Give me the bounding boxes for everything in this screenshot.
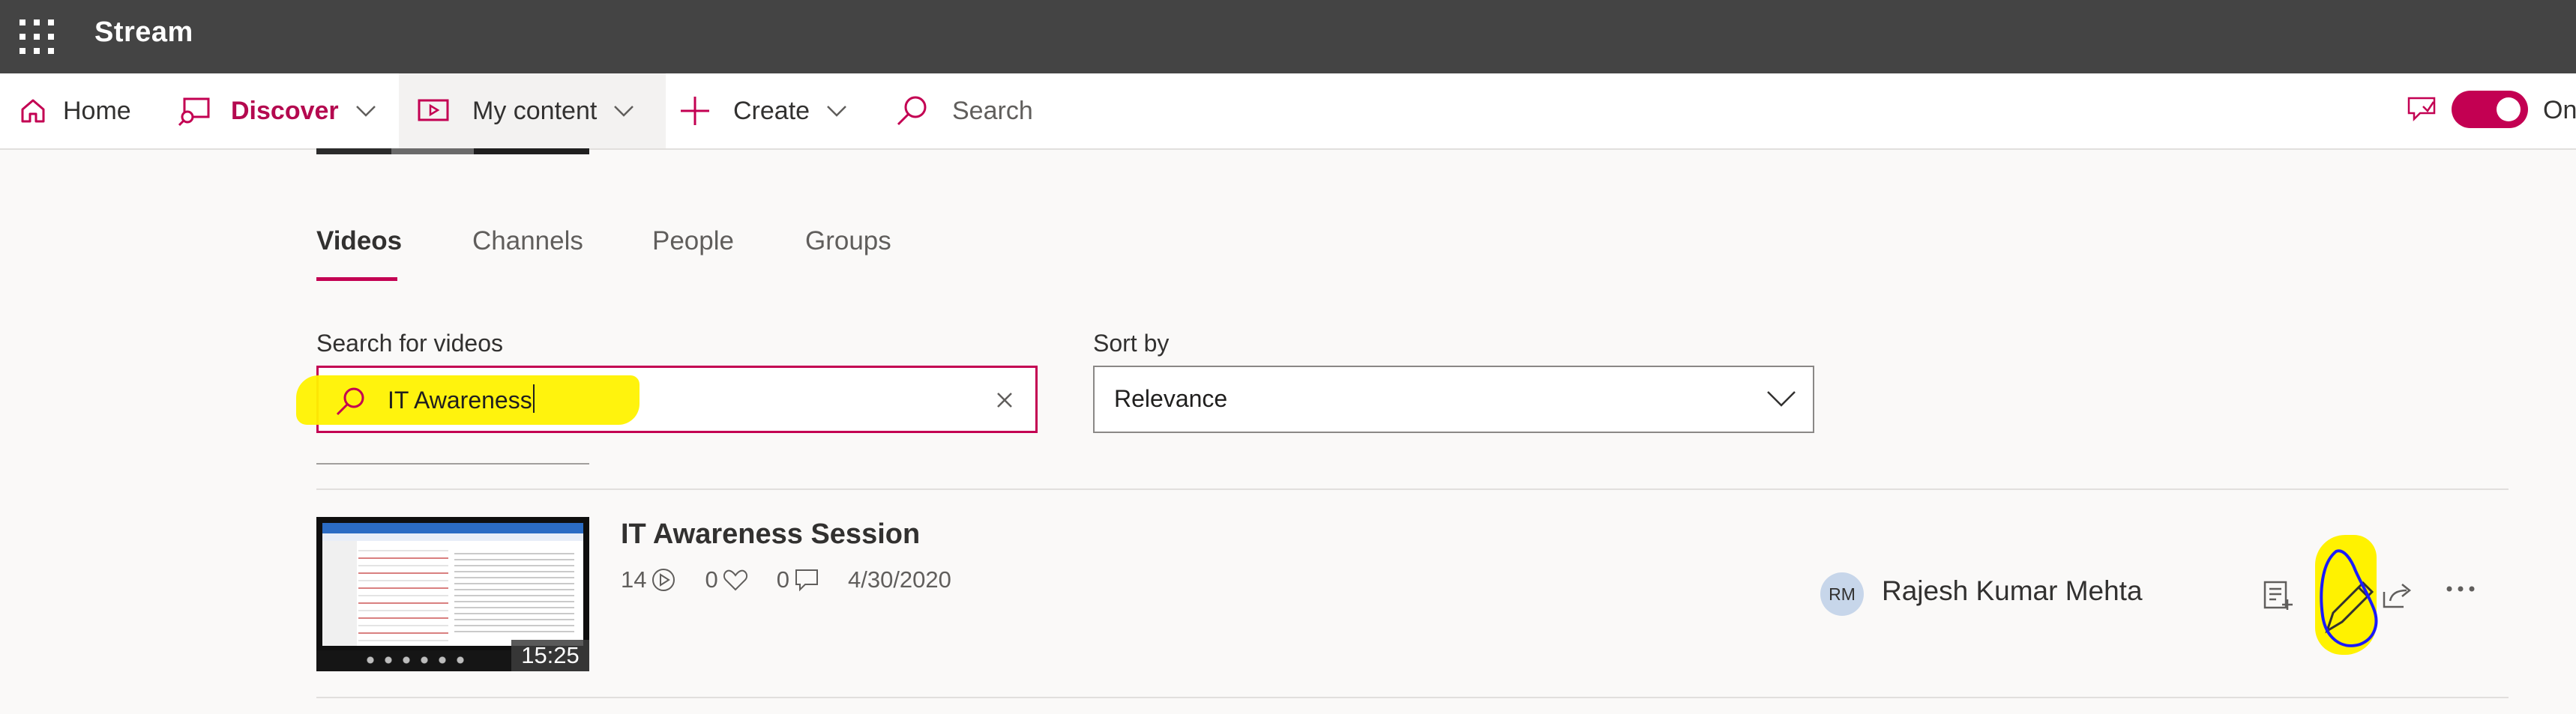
nav-home-label: Home: [63, 96, 131, 125]
upload-date: 4/30/2020: [847, 566, 951, 593]
avatar[interactable]: RM: [1820, 572, 1864, 616]
views-count: 14: [621, 566, 676, 593]
nav-discover[interactable]: Discover: [177, 73, 376, 148]
toggle-switch[interactable]: [2452, 91, 2528, 128]
video-thumbnail[interactable]: 15:25: [316, 517, 589, 671]
app-title[interactable]: Stream: [94, 16, 193, 49]
search-icon: [336, 387, 364, 416]
toggle-label: On: [2543, 96, 2576, 124]
sort-label: Sort by: [1093, 330, 1170, 357]
share-icon[interactable]: [2381, 581, 2414, 610]
tab-people[interactable]: People: [652, 226, 734, 256]
nav-search[interactable]: Search: [895, 73, 1033, 148]
tab-videos[interactable]: Videos: [316, 226, 402, 256]
more-icon[interactable]: [2446, 584, 2476, 593]
comment-icon: [795, 569, 818, 592]
chevron-down-icon: [1767, 391, 1796, 407]
divider: [316, 463, 589, 465]
video-icon: [418, 99, 449, 121]
search-input[interactable]: IT Awareness: [296, 366, 1038, 433]
search-label: Search for videos: [316, 330, 504, 357]
nav-create-label: Create: [733, 96, 810, 125]
owner-name[interactable]: Rajesh Kumar Mehta: [1882, 575, 2143, 607]
plus-icon: [681, 97, 709, 125]
nav-search-label: Search: [952, 96, 1033, 125]
chevron-down-icon: [614, 106, 634, 117]
home-icon: [21, 99, 45, 123]
divider: [316, 488, 2509, 490]
search-value: IT Awareness: [388, 384, 535, 414]
discover-icon: [178, 97, 210, 126]
nav-discover-label: Discover: [231, 96, 339, 125]
sort-dropdown[interactable]: Relevance: [1093, 366, 1814, 433]
video-meta: 14 0 0 4/30/2020: [621, 565, 984, 595]
thumbnail-screen: [322, 523, 583, 646]
tab-channels[interactable]: Channels: [472, 226, 583, 256]
likes-count: 0: [705, 566, 747, 593]
edit-icon[interactable]: [2314, 541, 2381, 653]
nav-my-content-label: My content: [472, 96, 598, 125]
nav-create[interactable]: Create: [679, 73, 847, 148]
toggle-knob: [2497, 97, 2521, 121]
video-title[interactable]: IT Awareness Session: [621, 518, 920, 551]
tab-selected-indicator: [316, 277, 397, 281]
previous-content-edge: [316, 148, 589, 154]
clear-icon[interactable]: [993, 389, 1016, 411]
heart-icon: [723, 569, 747, 591]
nav-my-content[interactable]: My content: [399, 73, 666, 148]
add-to-playlist-icon[interactable]: [2263, 580, 2294, 611]
chevron-down-icon: [355, 106, 376, 117]
text-caret: [532, 384, 535, 413]
feedback-icon[interactable]: [2407, 96, 2437, 123]
search-icon: [897, 96, 927, 126]
tab-groups[interactable]: Groups: [805, 226, 891, 256]
comments-count: 0: [777, 566, 819, 593]
nav-home[interactable]: Home: [18, 73, 131, 148]
video-duration: 15:25: [511, 640, 589, 671]
app-bar: Stream: [0, 0, 2576, 73]
nav-bar: Home Discover My content Create Search: [0, 73, 2576, 150]
sort-value: Relevance: [1114, 385, 1228, 412]
waffle-icon[interactable]: [18, 18, 55, 55]
divider: [316, 697, 2509, 698]
chevron-down-icon: [827, 106, 846, 117]
play-icon: [652, 569, 675, 591]
